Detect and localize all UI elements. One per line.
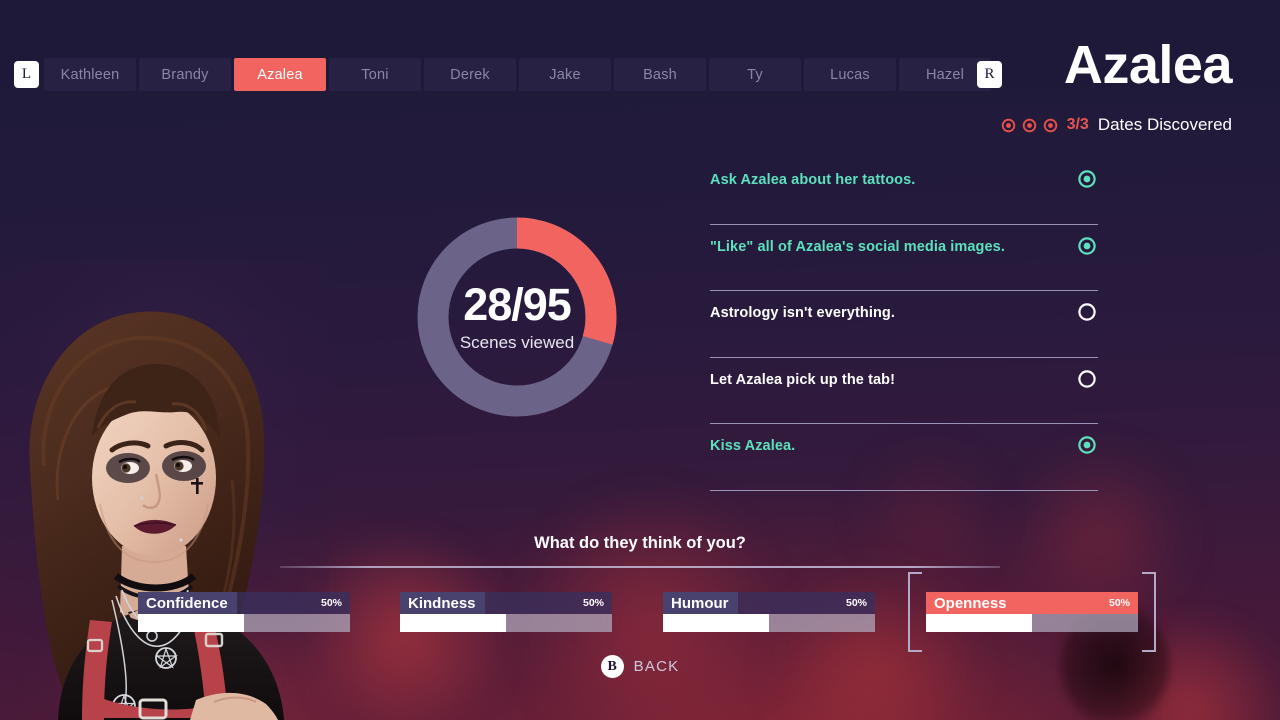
stat-bar-humour[interactable]: Humour 50% [663,592,875,632]
stat-header: Openness 50% [926,592,1138,614]
stat-header: Humour 50% [663,592,875,614]
target-dot-icon [1022,118,1036,132]
radio-filled-icon[interactable] [1077,236,1097,256]
dates-discovered-count: 3/3 [1066,116,1089,133]
stat-percent: 50% [1108,597,1130,609]
tab-toni[interactable]: Toni [329,58,421,91]
game-screen: L Kathleen Brandy Azalea Toni Derek Jake Bash T… [0,0,1280,720]
radio-filled-icon[interactable] [1077,169,1097,189]
stat-bar-confidence[interactable]: Confidence 50% [138,592,350,632]
b-button-icon[interactable]: B [600,655,624,678]
dialogue-option[interactable]: Kiss Azalea. [710,424,1098,491]
tab-lucas[interactable]: Lucas [804,58,896,91]
back-control[interactable]: B BACK [0,655,1280,678]
dates-discovered-indicator: 3/3 Dates Discovered [1001,115,1232,135]
stat-header: Kindness 50% [400,592,612,614]
stat-fill [926,614,1032,632]
stat-fill [400,614,506,632]
shoulder-right-button[interactable]: R [977,61,1002,88]
stat-percent: 50% [320,597,342,609]
target-dot-icon [1043,118,1057,132]
stat-label: Kindness [400,592,485,614]
back-button-label: BACK [633,658,680,675]
character-portrait [0,260,330,720]
shoulder-left-button[interactable]: L [14,61,39,88]
stat-label: Openness [934,594,1007,612]
tab-derek[interactable]: Derek [424,58,516,91]
scenes-viewed-donut-chart: 28/95 Scenes viewed [417,217,617,417]
stat-fill [663,614,769,632]
stat-label: Humour [663,592,738,614]
dialogue-option-label: Let Azalea pick up the tab! [710,371,896,388]
character-tab-list[interactable]: Kathleen Brandy Azalea Toni Derek Jake Bash Ty L… [44,58,991,91]
dates-discovered-label: Dates Discovered [1097,115,1232,134]
dialogue-options-list: Ask Azalea about her tattoos. "Like" all … [710,158,1098,491]
dialogue-option[interactable]: Let Azalea pick up the tab! [710,358,1098,424]
dialogue-option-label: Astrology isn't everything. [710,305,896,321]
stat-header: Confidence 50% [138,592,350,614]
tab-brandy[interactable]: Brandy [139,58,231,91]
radio-filled-icon[interactable] [1077,435,1097,455]
donut-center-label: 28/95 Scenes viewed [417,217,617,417]
tab-ty[interactable]: Ty [709,58,801,91]
dialogue-option[interactable]: Astrology isn't everything. [710,291,1098,358]
scenes-viewed-caption: Scenes viewed [459,332,575,352]
stat-track [138,614,350,632]
scenes-viewed-value: 28/95 [463,278,572,330]
stat-bar-openness[interactable]: Openness 50% [908,572,1156,652]
tab-azalea[interactable]: Azalea [234,58,326,91]
dialogue-option-label: Ask Azalea about her tattoos. [710,172,916,188]
background-bokeh [760,560,990,720]
page-title: Azalea [1063,35,1233,95]
stat-bar-kindness[interactable]: Kindness 50% [400,592,612,632]
tab-jake[interactable]: Jake [519,58,611,91]
tab-bash[interactable]: Bash [614,58,706,91]
stats-divider [280,566,1000,568]
stat-percent: 50% [845,597,867,609]
dialogue-option-label: Kiss Azalea. [710,438,796,454]
tab-kathleen[interactable]: Kathleen [44,58,136,91]
stat-track [663,614,875,632]
stat-track [400,614,612,632]
dialogue-divider [710,489,1098,491]
stat-fill [138,614,244,632]
target-dot-icon [1001,118,1015,132]
dialogue-option[interactable]: "Like" all of Azalea's social media imag… [710,225,1098,291]
radio-empty-icon[interactable] [1077,369,1097,389]
stat-label: Confidence [138,592,237,614]
stats-heading: What do they think of you? [534,534,746,552]
dialogue-option-label: "Like" all of Azalea's social media imag… [710,238,1005,255]
stat-track [926,614,1138,632]
dialogue-option[interactable]: Ask Azalea about her tattoos. [710,158,1098,225]
stat-percent: 50% [582,597,604,609]
radio-empty-icon[interactable] [1077,302,1097,322]
